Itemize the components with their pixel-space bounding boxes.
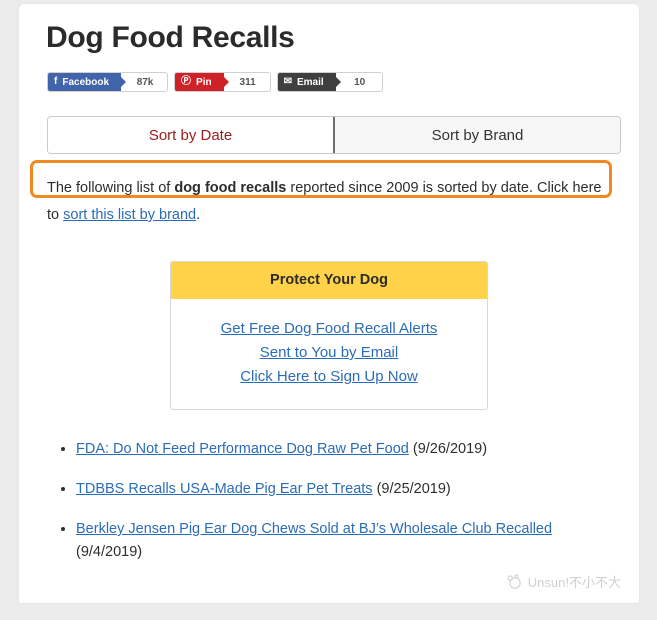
list-item: TDBBS Recalls USA-Made Pig Ear Pet Treat… <box>76 478 619 501</box>
share-facebook-count: 87k <box>121 73 168 91</box>
intro-text-1: The following list of <box>47 180 175 196</box>
recall-link[interactable]: Berkley Jensen Pig Ear Dog Chews Sold at… <box>76 521 552 537</box>
intro-section: The following list of dog food recalls r… <box>30 160 617 229</box>
facebook-icon: f <box>54 76 58 87</box>
list-item: FDA: Do Not Feed Performance Dog Raw Pet… <box>76 438 619 461</box>
list-item: Berkley Jensen Pig Ear Dog Chews Sold at… <box>76 518 619 564</box>
promo-header: Protect Your Dog <box>171 262 487 299</box>
promo-body: Get Free Dog Food Recall Alerts Sent to … <box>171 299 487 409</box>
intro-text-3: . <box>196 207 201 223</box>
share-pinterest-count: 311 <box>223 73 270 91</box>
pinterest-icon: Ⓟ <box>181 76 192 87</box>
recall-link[interactable]: TDBBS Recalls USA-Made Pig Ear Pet Treat… <box>76 481 373 497</box>
watermark: Unsun!不小不大 <box>506 572 621 591</box>
share-email-label: Email <box>296 76 324 88</box>
share-button-facebook[interactable]: f Facebook 87k <box>47 72 169 92</box>
recall-date: (9/4/2019) <box>76 544 143 560</box>
recall-link[interactable]: FDA: Do Not Feed Performance Dog Raw Pet… <box>76 441 409 457</box>
share-buttons-row: f Facebook 87k Ⓟ Pin 311 ✉ Email 10 <box>19 56 639 92</box>
recall-date: (9/26/2019) <box>412 441 488 457</box>
share-button-pinterest[interactable]: Ⓟ Pin 311 <box>174 72 271 92</box>
recall-date: (9/25/2019) <box>376 481 451 497</box>
envelope-icon: ✉ <box>283 76 292 87</box>
share-pinterest-main[interactable]: Ⓟ Pin <box>175 73 229 91</box>
share-email-main[interactable]: ✉ Email <box>277 73 341 91</box>
page-title: Dog Food Recalls <box>46 21 295 54</box>
sort-by-brand-link[interactable]: sort this list by brand <box>63 207 196 223</box>
share-pinterest-label: Pin <box>196 76 212 88</box>
share-email-count: 10 <box>335 73 382 91</box>
sort-tabs: Sort by Date Sort by Brand <box>47 116 621 154</box>
tab-sort-by-date[interactable]: Sort by Date <box>48 117 335 153</box>
share-facebook-main[interactable]: f Facebook <box>48 73 127 91</box>
tab-sort-by-brand[interactable]: Sort by Brand <box>335 117 620 153</box>
watermark-logo-icon <box>506 573 523 590</box>
intro-paragraph: The following list of dog food recalls r… <box>47 175 617 229</box>
content-card: Dog Food Recalls f Facebook 87k Ⓟ Pin 31… <box>18 3 640 604</box>
watermark-text: Unsun!不小不大 <box>527 575 621 590</box>
promo-link-line-2[interactable]: Sent to You by Email <box>171 341 487 365</box>
share-facebook-label: Facebook <box>62 76 110 88</box>
recall-list: FDA: Do Not Feed Performance Dog Raw Pet… <box>19 438 619 564</box>
promo-link-line-3[interactable]: Click Here to Sign Up Now <box>171 365 487 389</box>
intro-bold-phrase: dog food recalls <box>174 180 287 196</box>
promo-box: Protect Your Dog Get Free Dog Food Recal… <box>170 261 488 410</box>
promo-link-line-1[interactable]: Get Free Dog Food Recall Alerts <box>171 317 487 341</box>
share-button-email[interactable]: ✉ Email 10 <box>276 72 383 92</box>
